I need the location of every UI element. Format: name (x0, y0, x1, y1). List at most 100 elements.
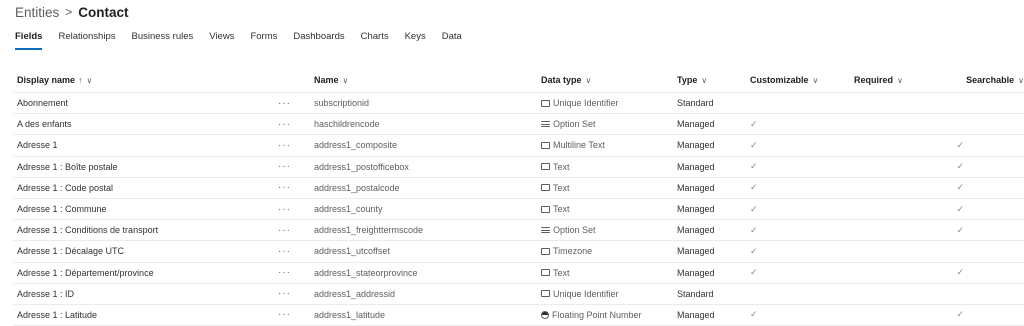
display-name-cell[interactable]: Adresse 1 : Commune (13, 199, 278, 219)
data-type-label: Option Set (553, 225, 596, 236)
tab-keys[interactable]: Keys (405, 31, 426, 47)
more-options-button[interactable]: ··· (278, 284, 310, 304)
display-name-cell[interactable]: Adresse 1 : Département/province (13, 263, 278, 283)
tab-relationships[interactable]: Relationships (58, 31, 115, 47)
more-options-button[interactable]: ··· (278, 199, 310, 219)
searchable-cell: ✓ (954, 157, 1024, 177)
searchable-cell (954, 241, 1024, 261)
display-name-cell[interactable]: Abonnement (13, 93, 278, 113)
name-cell: address1_utcoffset (314, 246, 390, 257)
breadcrumb-separator: > (65, 5, 73, 19)
table-row[interactable]: Adresse 1 ··· address1_composite Multiline … (13, 135, 1024, 157)
data-type-label: Timezone (553, 246, 593, 257)
display-name-cell[interactable]: A des enfants (13, 114, 278, 134)
searchable-cell (954, 114, 1024, 134)
table-row[interactable]: Adresse 1 : Département/province ··· addre… (13, 263, 1024, 284)
column-header-required[interactable]: Required ∨ (850, 68, 954, 92)
table-row[interactable]: Adresse 1 : Commune ··· address1_county Tex… (13, 199, 1024, 221)
data-type-cell: Text (537, 199, 673, 219)
display-name-cell[interactable]: Adresse 1 : Conditions de transport (13, 220, 278, 240)
text-icon (541, 184, 550, 192)
checkmark-icon: ✓ (956, 267, 964, 278)
display-name-cell[interactable]: Adresse 1 : ID (13, 284, 278, 304)
column-header-searchable[interactable]: Searchable ∨ (954, 68, 1024, 92)
table-row[interactable]: Abonnement ··· subscriptionid Unique Identi… (13, 93, 1024, 115)
name-cell: address1_postalcode (314, 182, 400, 193)
type-cell: Managed (677, 204, 715, 215)
table-row[interactable]: Adresse 1 : Latitude ··· address1_latitude… (13, 305, 1024, 326)
data-type-label: Text (553, 161, 570, 172)
table-row[interactable]: Adresse 1 : ID ··· address1_addressid Uniqu… (13, 284, 1024, 305)
more-options-button[interactable]: ··· (278, 263, 310, 283)
more-options-button[interactable]: ··· (278, 114, 310, 134)
column-header-type[interactable]: Type ∨ (673, 68, 746, 92)
column-header-name[interactable]: Name ∨ (310, 68, 537, 92)
data-type-label: Option Set (553, 119, 596, 130)
more-options-button[interactable]: ··· (278, 135, 310, 155)
display-name-cell[interactable]: Adresse 1 (13, 135, 278, 155)
tab-fields[interactable]: Fields (15, 31, 43, 50)
tab-business-rules[interactable]: Business rules (132, 31, 194, 47)
table-row[interactable]: Adresse 1 : Code postal ··· address1_posta… (13, 178, 1024, 199)
customizable-cell: ✓ (746, 135, 850, 155)
display-name-cell[interactable]: Adresse 1 : Boîte postale (13, 157, 278, 177)
column-header-display-name[interactable]: Display name ↑ ∨ (13, 68, 278, 92)
searchable-cell (954, 93, 1024, 113)
type-cell: Managed (677, 246, 715, 257)
timezone-icon (541, 247, 550, 255)
more-options-button[interactable]: ··· (278, 305, 310, 325)
table-row[interactable]: A des enfants ··· haschildrencode Option Se… (13, 114, 1024, 136)
more-options-button[interactable]: ··· (278, 241, 310, 261)
unique-identifier-icon (541, 290, 550, 298)
required-cell (850, 305, 954, 325)
tab-data[interactable]: Data (442, 31, 462, 47)
display-name-cell[interactable]: Adresse 1 : Latitude (13, 305, 278, 325)
sort-ascending-icon: ↑ (78, 75, 83, 85)
tab-views[interactable]: Views (209, 31, 234, 47)
chevron-down-icon: ∨ (86, 75, 93, 85)
required-cell (850, 178, 954, 198)
breadcrumb: Entities > Contact (15, 3, 129, 21)
tab-dashboards[interactable]: Dashboards (293, 31, 344, 47)
checkmark-icon: ✓ (956, 182, 964, 193)
more-options-button[interactable]: ··· (278, 157, 310, 177)
name-cell: address1_composite (314, 140, 398, 151)
data-type-cell: Unique Identifier (537, 93, 673, 113)
customizable-cell (746, 93, 850, 113)
data-type-cell: Timezone (537, 241, 673, 261)
searchable-cell: ✓ (954, 305, 1024, 325)
name-cell: address1_postofficebox (314, 161, 409, 172)
display-name-cell[interactable]: Adresse 1 : Code postal (13, 178, 278, 198)
customizable-cell: ✓ (746, 241, 850, 261)
customizable-cell: ✓ (746, 114, 850, 134)
breadcrumb-entities-link[interactable]: Entities (15, 5, 59, 20)
checkmark-icon: ✓ (750, 224, 758, 235)
data-type-cell: Text (537, 263, 673, 283)
tab-charts[interactable]: Charts (361, 31, 389, 47)
type-cell: Managed (677, 309, 715, 320)
data-type-label: Unique Identifier (553, 288, 619, 299)
display-name-cell[interactable]: Adresse 1 : Décalage UTC (13, 241, 278, 261)
checkmark-icon: ✓ (750, 139, 758, 150)
more-options-button[interactable]: ··· (278, 93, 310, 113)
grid-body: Abonnement ··· subscriptionid Unique Identi… (13, 93, 1024, 326)
searchable-cell: ✓ (954, 263, 1024, 283)
table-row[interactable]: Adresse 1 : Conditions de transport ··· ad… (13, 220, 1024, 242)
more-options-button[interactable]: ··· (278, 178, 310, 198)
customizable-cell: ✓ (746, 178, 850, 198)
data-type-cell: Option Set (537, 114, 673, 134)
table-row[interactable]: Adresse 1 : Décalage UTC ··· address1_utco… (13, 241, 1024, 263)
tab-forms[interactable]: Forms (250, 31, 277, 47)
column-header-data-type[interactable]: Data type ∨ (537, 68, 673, 92)
required-cell (850, 157, 954, 177)
more-options-button[interactable]: ··· (278, 220, 310, 240)
table-row[interactable]: Adresse 1 : Boîte postale ··· address1_pos… (13, 157, 1024, 178)
name-cell: address1_stateorprovince (314, 267, 418, 278)
column-header-customizable[interactable]: Customizable ∨ (746, 68, 850, 92)
data-type-cell: Text (537, 178, 673, 198)
column-header-label: Searchable (966, 75, 1015, 85)
type-cell: Managed (677, 267, 715, 278)
data-type-cell: Text (537, 157, 673, 177)
name-cell: address1_addressid (314, 288, 396, 299)
searchable-cell: ✓ (954, 220, 1024, 240)
